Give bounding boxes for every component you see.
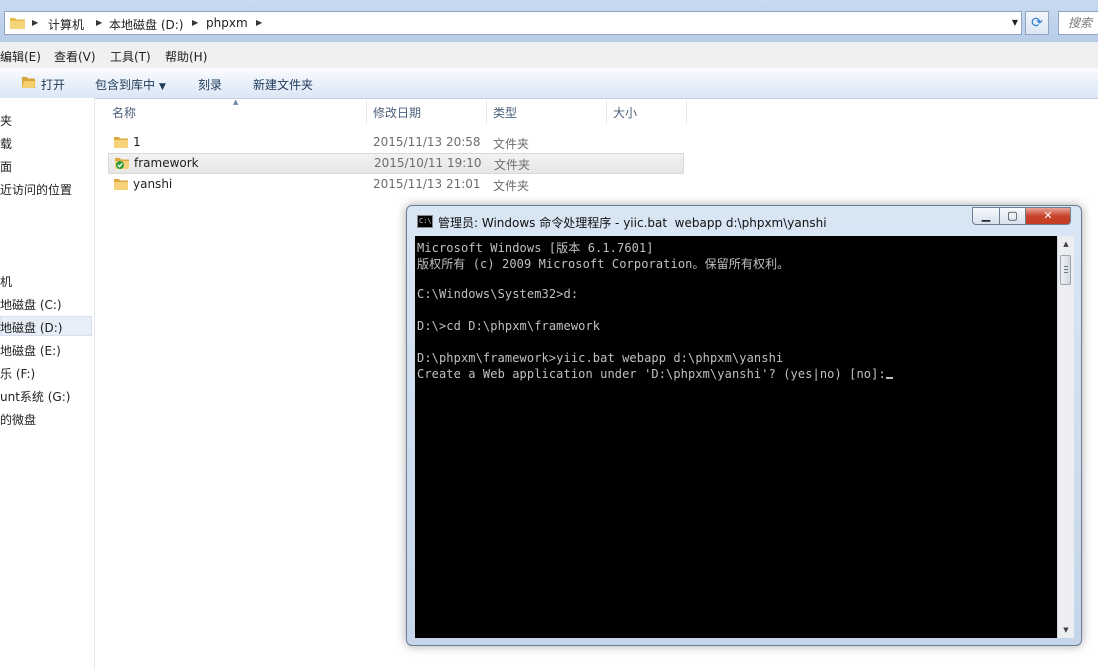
file-row[interactable]: yanshi 2015/11/13 21:01 文件夹	[108, 174, 684, 195]
burn-button[interactable]: 刻录	[198, 76, 222, 93]
nav-item-drive-f[interactable]: 乐 (F:)	[0, 365, 35, 382]
folder-sync-check-icon	[115, 158, 129, 169]
refresh-button[interactable]: ⟳	[1025, 11, 1049, 35]
file-type: 文件夹	[494, 158, 531, 172]
open-folder-icon	[22, 77, 36, 88]
menu-edit[interactable]: 编辑(E)	[0, 48, 41, 65]
scroll-up-icon[interactable]: ▲	[1058, 236, 1074, 252]
grip-line	[1064, 266, 1068, 267]
nav-item-desktop[interactable]: 面	[0, 158, 12, 175]
open-button[interactable]: 打开	[41, 76, 65, 93]
menu-bar: 编辑(E) 查看(V) 工具(T) 帮助(H)	[0, 42, 1098, 69]
console-line: C:\Windows\System32>d:	[417, 287, 579, 301]
console-line: D:\>cd D:\phpxm\framework	[417, 319, 601, 333]
include-library-button[interactable]: 包含到库中 ▼	[95, 76, 166, 93]
file-row-selected[interactable]: framework 2015/10/11 19:10 文件夹	[108, 153, 684, 174]
cmd-app-icon: C:\	[417, 215, 433, 228]
column-separator[interactable]	[486, 100, 487, 124]
nav-item-weipan[interactable]: 的微盘	[0, 411, 36, 428]
minimize-icon: ▁	[981, 209, 991, 222]
nav-item-drive-c[interactable]: 地磁盘 (C:)	[0, 296, 62, 313]
refresh-icon: ⟳	[1031, 15, 1043, 31]
console-line: D:\phpxm\framework>yiic.bat webapp d:\ph…	[417, 351, 784, 365]
nav-item-drive-e[interactable]: 地磁盘 (E:)	[0, 342, 61, 359]
console-line: 版权所有 (c) 2009 Microsoft Corporation。保留所有…	[417, 257, 790, 271]
file-name: 1	[133, 135, 141, 149]
address-bar[interactable]: ▶ 计算机 ▶ 本地磁盘 (D:) ▶ phpxm ▶ ▼	[4, 11, 1022, 35]
grip-line	[1064, 269, 1068, 270]
console-prompt-text: Create a Web application under 'D:\phpxm…	[417, 367, 886, 381]
maximize-button[interactable]: ▢	[999, 207, 1026, 225]
file-type: 文件夹	[493, 137, 530, 151]
file-type: 文件夹	[493, 179, 530, 193]
maximize-icon: ▢	[1007, 209, 1018, 222]
chevron-right-icon[interactable]: ▶	[192, 18, 198, 27]
column-header-modified[interactable]: 修改日期	[373, 104, 421, 121]
nav-item-drive-g[interactable]: unt系统 (G:)	[0, 388, 70, 405]
column-header-size[interactable]: 大小	[613, 104, 637, 121]
minimize-button[interactable]: ▁	[972, 207, 1000, 225]
search-input[interactable]: 搜索	[1058, 11, 1098, 35]
column-separator[interactable]	[366, 100, 367, 124]
command-bar: 打开 包含到库中 ▼ 刻录 新建文件夹	[0, 68, 1098, 99]
column-separator[interactable]	[606, 100, 607, 124]
file-name: yanshi	[133, 177, 173, 191]
file-modified: 2015/11/13 21:01	[373, 177, 481, 191]
nav-item-drive-d[interactable]: 地磁盘 (D:)	[0, 319, 62, 336]
close-button[interactable]: ✕	[1025, 207, 1071, 225]
chevron-right-icon[interactable]: ▶	[96, 18, 102, 27]
folder-icon	[10, 18, 25, 29]
include-library-label: 包含到库中	[95, 78, 156, 92]
cmd-window[interactable]: C:\ 管理员: Windows 命令处理程序 - yiic.bat webap…	[406, 205, 1082, 646]
console-output[interactable]: Microsoft Windows [版本 6.1.7601] 版权所有 (c)…	[415, 236, 1057, 638]
address-dropdown-icon[interactable]: ▼	[1008, 12, 1022, 34]
file-modified: 2015/11/13 20:58	[373, 135, 481, 149]
nav-item-recent[interactable]: 近访问的位置	[0, 181, 72, 198]
navigation-pane: 夹 载 面 近访问的位置 机 地磁盘 (C:) 地磁盘 (D:) 地磁盘 (E:…	[0, 98, 95, 669]
scroll-down-icon[interactable]: ▼	[1058, 622, 1074, 638]
sort-ascending-icon: ▲	[233, 98, 239, 106]
menu-view[interactable]: 查看(V)	[54, 48, 96, 65]
menu-help[interactable]: 帮助(H)	[165, 48, 207, 65]
folder-icon	[114, 137, 128, 148]
breadcrumb-drive-d[interactable]: 本地磁盘 (D:)	[109, 16, 183, 33]
breadcrumb-computer[interactable]: 计算机	[48, 16, 84, 33]
close-icon: ✕	[1043, 209, 1053, 222]
text-cursor	[885, 377, 893, 379]
column-header-type[interactable]: 类型	[493, 104, 517, 121]
console-prompt-line: Create a Web application under 'D:\phpxm…	[417, 367, 893, 381]
nav-item-favorites[interactable]: 夹	[0, 112, 12, 129]
chevron-right-icon[interactable]: ▶	[256, 18, 262, 27]
cmd-window-title: 管理员: Windows 命令处理程序 - yiic.bat webapp d:…	[438, 216, 827, 230]
grip-line	[1064, 272, 1068, 273]
vertical-scrollbar[interactable]: ▲ ▼	[1057, 236, 1074, 638]
new-folder-button[interactable]: 新建文件夹	[253, 76, 313, 93]
column-separator[interactable]	[686, 100, 687, 124]
folder-icon	[114, 179, 128, 190]
nav-item-downloads[interactable]: 载	[0, 135, 12, 152]
chevron-right-icon[interactable]: ▶	[32, 18, 38, 27]
scroll-thumb[interactable]	[1060, 255, 1071, 285]
column-header-name[interactable]: 名称	[112, 104, 136, 121]
menu-tools[interactable]: 工具(T)	[110, 48, 151, 65]
file-modified: 2015/10/11 19:10	[374, 156, 482, 170]
nav-item-computer[interactable]: 机	[0, 273, 12, 290]
console-line: Microsoft Windows [版本 6.1.7601]	[417, 241, 654, 255]
chevron-down-icon: ▼	[159, 82, 166, 92]
breadcrumb-phpxm[interactable]: phpxm	[206, 16, 248, 30]
file-name: framework	[134, 156, 199, 170]
file-row[interactable]: 1 2015/11/13 20:58 文件夹	[108, 132, 684, 153]
